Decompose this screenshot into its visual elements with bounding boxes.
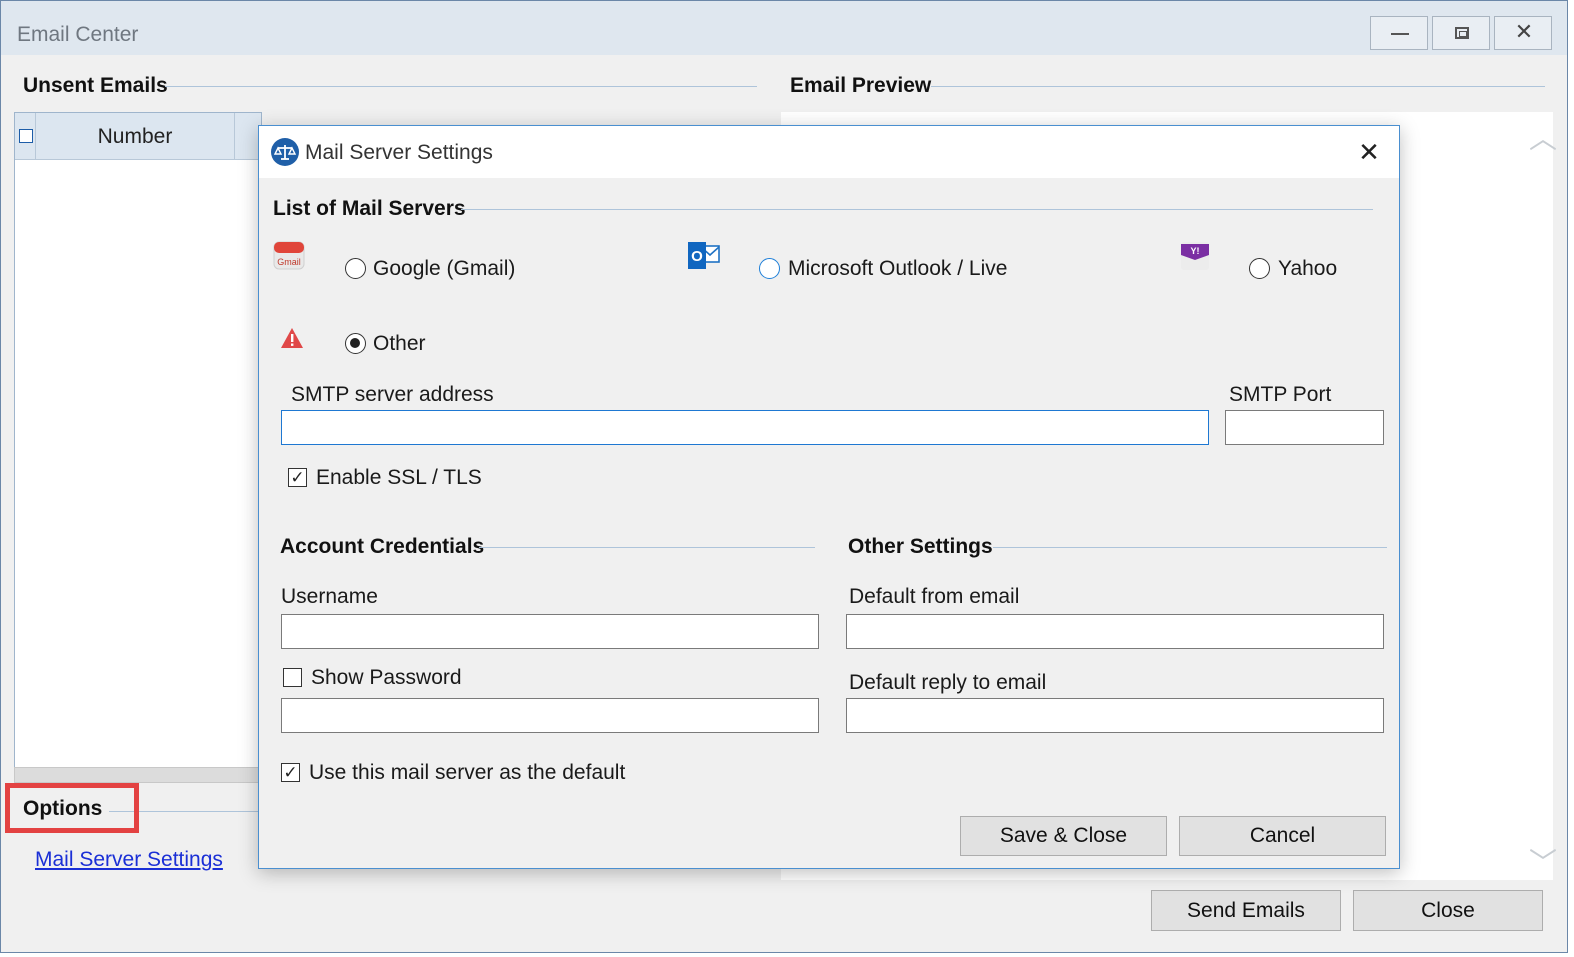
yahoo-icon: Y! [1179,240,1211,272]
mail-servers-title: List of Mail Servers [273,197,466,220]
group-divider [461,209,1373,210]
send-emails-button[interactable]: Send Emails [1151,890,1341,931]
dialog-title-bar: Mail Server Settings ✕ [259,126,1399,178]
smtp-address-input[interactable] [281,410,1209,445]
mail-server-settings-dialog: Mail Server Settings ✕ List of Mail Serv… [258,125,1400,869]
options-highlight-box [5,783,139,833]
maximize-button[interactable] [1432,16,1490,50]
column-header-number[interactable]: Number [35,113,235,160]
title-bar: Email Center ✕ [1,1,1567,55]
show-password-checkbox[interactable] [283,668,302,687]
username-label: Username [281,585,378,608]
grid-header: Number [15,113,261,160]
scales-icon [271,138,299,166]
use-default-label: Use this mail server as the default [309,761,626,784]
username-input[interactable] [281,614,819,649]
close-button[interactable]: Close [1353,890,1543,931]
outlook-label: Microsoft Outlook / Live [788,257,1008,280]
default-reply-input[interactable] [846,698,1384,733]
close-icon: ✕ [1514,19,1534,44]
other-radio[interactable] [345,333,366,354]
gmail-radio[interactable] [345,258,366,279]
smtp-address-label: SMTP server address [291,383,494,406]
email-preview-title: Email Preview [790,74,932,97]
smtp-port-label: SMTP Port [1229,383,1332,406]
minimize-icon [1391,33,1409,35]
ssl-checkbox[interactable]: ✓ [288,468,307,487]
show-password-label: Show Password [311,666,462,689]
minimize-button[interactable] [1370,16,1428,50]
unsent-emails-title: Unsent Emails [23,74,168,97]
horizontal-scrollbar[interactable] [14,767,262,783]
close-window-button[interactable]: ✕ [1494,16,1552,50]
scroll-down-icon[interactable]: ﹀ [1529,841,1557,881]
dialog-close-icon[interactable]: ✕ [1354,138,1384,168]
unsent-emails-grid[interactable]: Number [14,112,262,769]
ssl-label: Enable SSL / TLS [316,466,482,489]
password-input[interactable] [281,698,819,733]
dialog-title: Mail Server Settings [305,141,493,164]
svg-text:Gmail: Gmail [277,257,301,267]
outlook-radio[interactable] [759,258,780,279]
smtp-port-input[interactable] [1225,410,1384,445]
select-all-checkbox[interactable] [19,129,33,143]
gmail-label: Google (Gmail) [373,257,516,280]
group-divider [165,86,757,87]
svg-text:Y!: Y! [1191,246,1200,256]
save-close-button[interactable]: Save & Close [960,816,1167,856]
default-reply-label: Default reply to email [849,671,1047,694]
svg-text:O: O [691,248,703,265]
gmail-icon: Gmail [273,239,305,271]
group-divider [993,547,1387,548]
account-credentials-title: Account Credentials [280,535,485,558]
other-settings-title: Other Settings [848,535,993,558]
group-divider [479,547,815,548]
window-title: Email Center [17,23,139,46]
scroll-up-icon[interactable]: ︿ [1529,117,1557,157]
mail-server-settings-link[interactable]: Mail Server Settings [35,848,223,872]
group-divider [931,86,1545,87]
warning-icon [280,327,304,349]
use-default-checkbox[interactable]: ✓ [281,763,300,782]
default-from-label: Default from email [849,585,1020,608]
other-label: Other [373,332,426,355]
maximize-icon [1455,27,1469,39]
yahoo-radio[interactable] [1249,258,1270,279]
default-from-input[interactable] [846,614,1384,649]
yahoo-label: Yahoo [1278,257,1338,280]
outlook-icon: O [687,239,721,273]
cancel-button[interactable]: Cancel [1179,816,1386,856]
